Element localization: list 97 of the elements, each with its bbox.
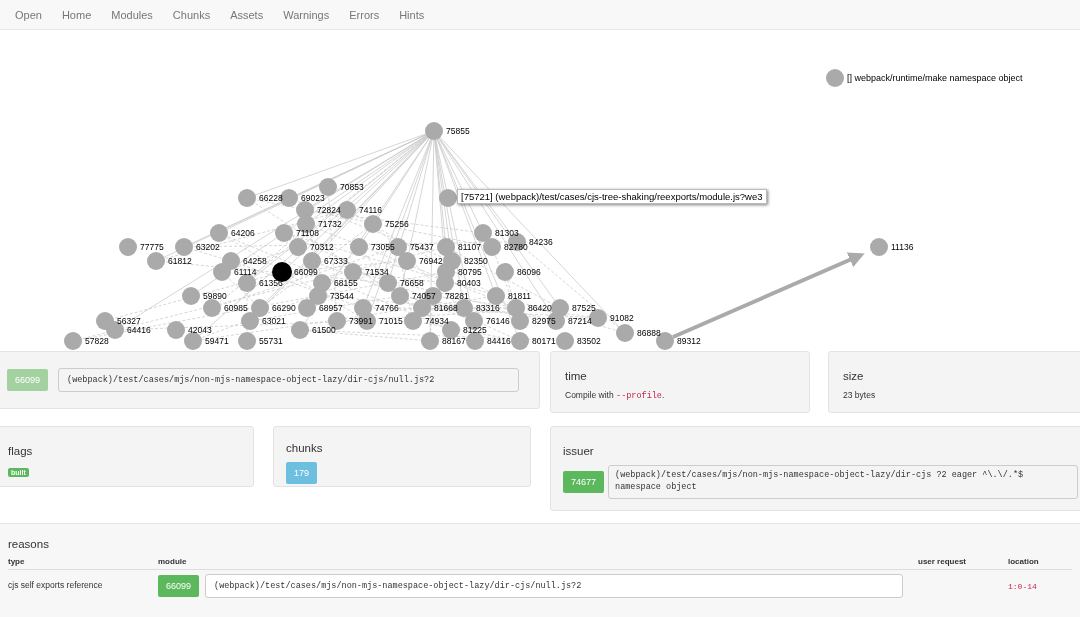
node-label: 55731 [259,336,283,346]
time-title: time [565,370,588,382]
node-label: 74766 [375,303,399,313]
node-label: 75437 [410,242,434,252]
nav-link[interactable]: Warnings [273,8,340,21]
node-label: 80403 [457,278,481,288]
issuer-id-badge[interactable]: 74677 [563,470,605,493]
nav-link[interactable]: Home [51,8,102,21]
node-label: 81811 [508,291,531,301]
node-label: 81303 [495,228,519,238]
node-label: 73991 [349,316,373,326]
node-label: 42043 [188,325,212,335]
nav-link[interactable]: Modules [101,8,163,21]
node-label: 71015 [379,316,403,326]
node-label: 81225 [463,325,487,335]
node-label: 78281 [445,291,469,301]
node-label: 73055 [371,242,395,252]
column-header: module [158,557,188,566]
issuer-path-field: (webpack)/test/cases/mjs/non-mjs-namespace-object-lazy/dir-cjs ?2 eager ^\.\/.*$ namespace object [608,465,1079,499]
module-path-field: (webpack)/test/cases/mjs/non-mjs-namespace-object-lazy/dir-cjs/null.js?2 [205,574,903,598]
node-label: 81668 [434,303,458,313]
nav-link[interactable]: Errors [339,8,390,21]
node-label: 64206 [231,228,255,238]
node-label: 82780 [504,242,528,252]
node-label: 68957 [319,303,343,313]
node-label: 64258 [243,256,267,266]
column-header: type [8,557,26,566]
node-label: 82975 [532,316,556,326]
nav-link[interactable]: Hints [389,8,435,21]
node-label: 76942 [419,256,443,266]
node-label: 66099 [294,267,318,277]
legend-text: [] webpack/runtime/make namespace object [847,73,1023,83]
node-label: 63021 [262,316,286,326]
node-label: 88167 [442,336,466,346]
reasons-title: reasons [8,538,50,550]
node-label: 71732 [318,219,342,229]
node-label: 86888 [637,328,661,338]
module-path-field: (webpack)/test/cases/mjs/non-mjs-namespace-object-lazy/dir-cjs/null.js?2 [58,368,519,392]
size-title: size [843,370,865,382]
node-label: 82350 [464,256,488,266]
module-id-badge[interactable]: 66099 [158,575,200,597]
node-label: 70312 [310,242,334,252]
node-label: 11136 [891,242,914,252]
node-label: 61500 [312,325,336,335]
node-label: 64416 [127,325,151,335]
node-label: 63202 [196,242,220,252]
node-label: 59890 [203,291,227,301]
node-label: 84416 [487,336,511,346]
column-header: location [1008,557,1040,566]
reason-type: cjs self exports reference [8,579,104,590]
node-label: 69023 [301,193,325,203]
node-label: 74057 [412,291,436,301]
node-label: 75855 [446,126,470,136]
node-label: 91082 [610,313,634,323]
node-label: 57828 [85,336,109,346]
node-label: 76658 [400,278,424,288]
node-label: 66228 [259,193,283,203]
nav-link[interactable]: Open [5,8,52,21]
node-label: 56327 [117,316,141,326]
node-label: 71108 [296,228,319,238]
node-label: 80171 [532,336,556,346]
node-label: 61812 [168,256,192,266]
column-header: user request [918,557,968,566]
node-label: 87525 [572,303,596,313]
node-label: 83316 [476,303,500,313]
size-value: 23 bytes [843,390,877,400]
location-text: 1:0-14 [1008,581,1038,591]
issuer-title: issuer [563,445,595,457]
flags-title: flags [8,445,34,457]
node-label: 60985 [224,303,248,313]
node-label: 61114 [234,267,257,277]
node-label: 81107 [458,242,481,252]
node-label: 72824 [317,205,341,215]
node-label: 86096 [517,267,541,277]
node-label: 89312 [677,336,701,346]
node-label: 67333 [324,256,348,266]
node-label: 74116 [359,205,382,215]
node-label: 77775 [140,242,164,252]
node-label: 66290 [272,303,296,313]
chunks-title: chunks [286,442,324,454]
node-label: 74934 [425,316,449,326]
node-label: 76146 [486,316,510,326]
node-label: 75256 [385,219,409,229]
node-label: 87214 [568,316,592,326]
node-label: 73544 [330,291,354,301]
node-label: 86420 [528,303,552,313]
nav-link[interactable]: Chunks [162,8,221,21]
node-label: 68155 [334,278,358,288]
node-label: 71534 [365,267,389,277]
node-tooltip: [75721] (webpack)/test/cases/cjs-tree-shaking/reexports/module.js?we3 [457,189,767,204]
node-label: 70853 [340,182,364,192]
node-label: 80795 [458,267,482,277]
time-note: Compile with --profile. [565,390,666,401]
node-label: 84236 [529,237,553,247]
nav-link[interactable]: Assets [220,8,274,21]
node-label: 59471 [205,336,229,346]
node-label: 83502 [577,336,601,346]
